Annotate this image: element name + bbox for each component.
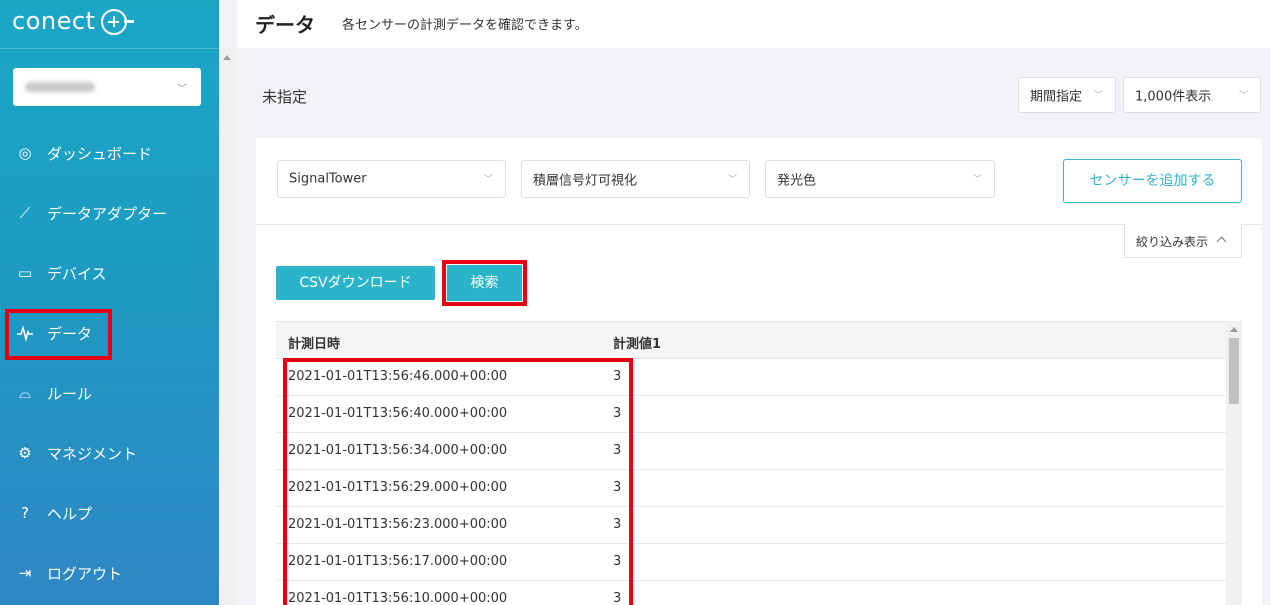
sidebar-item-label: ヘルプ [47, 505, 93, 523]
sidebar-scrollbar[interactable] [219, 48, 237, 605]
chevron-down-icon: ﹀ [1238, 90, 1248, 101]
chevron-down-icon: ﹀ [483, 174, 493, 185]
sidebar-item-label: データアダプター [47, 205, 168, 223]
gear-icon: ⚙ [18, 444, 32, 462]
cell-value1: 3 [613, 591, 622, 605]
rule-icon: ⌓ [19, 384, 31, 402]
count-select[interactable]: 1,000件表示 ﹀ [1123, 77, 1261, 113]
sidebar-item-label: ルール [47, 385, 93, 403]
sidebar-item-data-adapter[interactable]: ⟋ データアダプター [0, 193, 219, 233]
period-select-value: 期間指定 [1030, 89, 1083, 105]
adapter-icon: ⟋ [19, 204, 31, 222]
table-row[interactable]: 2021-01-01T13:56:29.000+00:00 3 [276, 470, 1226, 507]
scrollbar-thumb[interactable] [1229, 338, 1239, 404]
page-title: データ [255, 13, 315, 37]
device-icon: ▭ [17, 264, 33, 282]
cell-value1: 3 [613, 406, 622, 421]
sidebar-item-data[interactable]: データ [0, 313, 219, 353]
organization-select[interactable]: ﹀ [13, 68, 201, 106]
cell-datetime: 2021-01-01T13:56:40.000+00:00 [288, 406, 508, 421]
dashboard-icon: ◎ [18, 144, 32, 162]
chevron-down-icon: ﹀ [1093, 90, 1103, 101]
cell-datetime: 2021-01-01T13:56:29.000+00:00 [288, 480, 508, 495]
table-scrollbar[interactable] [1226, 321, 1242, 605]
page-header: データ 各センサーの計測データを確認できます。 [237, 0, 1271, 48]
sidebar-item-label: デバイス [47, 265, 107, 283]
period-select[interactable]: 期間指定 ﹀ [1018, 77, 1116, 113]
sidebar-item-rule[interactable]: ⌓ ルール [0, 373, 219, 413]
table-row[interactable]: 2021-01-01T13:56:40.000+00:00 3 [276, 396, 1226, 433]
cell-datetime: 2021-01-01T13:56:34.000+00:00 [288, 443, 508, 458]
table-row[interactable]: 2021-01-01T13:56:17.000+00:00 3 [276, 544, 1226, 581]
chevron-down-icon: ﹀ [972, 174, 982, 185]
sidebar-item-label: ログアウト [47, 565, 123, 583]
search-button[interactable]: 検索 [447, 265, 522, 301]
csv-download-button[interactable]: CSVダウンロード [276, 266, 435, 300]
device-select-value: SignalTower [289, 171, 367, 187]
cell-value1: 3 [613, 369, 622, 384]
cell-datetime: 2021-01-01T13:56:17.000+00:00 [288, 554, 508, 569]
cell-datetime: 2021-01-01T13:56:10.000+00:00 [288, 591, 508, 605]
help-icon: ? [21, 504, 29, 522]
cell-value1: 3 [613, 480, 622, 495]
table-row[interactable]: 2021-01-01T13:56:23.000+00:00 3 [276, 507, 1226, 544]
sidebar-item-management[interactable]: ⚙ マネジメント [0, 433, 219, 473]
cell-value1: 3 [613, 554, 622, 569]
divider [256, 224, 1262, 225]
sidebar-item-label: マネジメント [47, 445, 138, 463]
add-sensor-button[interactable]: センサーを追加する [1063, 159, 1242, 203]
sidebar-item-help[interactable]: ? ヘルプ [0, 493, 219, 533]
logo-tail-decoration [124, 20, 134, 23]
logout-icon: ⇥ [18, 564, 32, 582]
scroll-up-icon [1230, 327, 1238, 332]
table-row[interactable]: 2021-01-01T13:56:34.000+00:00 3 [276, 433, 1226, 470]
filter-toggle-button[interactable]: 絞り込み表示 [1124, 224, 1242, 258]
scroll-up-icon [223, 55, 231, 60]
sidebar-item-dashboard[interactable]: ◎ ダッシュボード [0, 133, 219, 173]
sensor-select[interactable]: 発光色 ﹀ [765, 160, 995, 198]
selection-status: 未指定 [262, 88, 308, 106]
table-row[interactable]: 2021-01-01T13:56:46.000+00:00 3 [276, 359, 1226, 396]
column-header-datetime: 計測日時 [288, 337, 341, 352]
column-header-value1: 計測値1 [613, 337, 662, 352]
logo-text: conect [12, 7, 96, 35]
adapter-select-value: 積層信号灯可視化 [533, 173, 638, 189]
logo[interactable]: conect [0, 0, 219, 49]
chevron-down-icon: ﹀ [727, 174, 737, 185]
table-row[interactable]: 2021-01-01T13:56:10.000+00:00 3 [276, 581, 1226, 605]
adapter-select[interactable]: 積層信号灯可視化 ﹀ [521, 160, 750, 198]
cell-datetime: 2021-01-01T13:56:23.000+00:00 [288, 517, 508, 532]
sidebar-item-logout[interactable]: ⇥ ログアウト [0, 553, 219, 593]
table-header: 計測日時 計測値1 [276, 321, 1226, 359]
count-select-value: 1,000件表示 [1135, 89, 1212, 105]
device-select[interactable]: SignalTower ﹀ [277, 160, 506, 198]
page-description: 各センサーの計測データを確認できます。 [342, 18, 588, 33]
chevron-down-icon: ﹀ [177, 84, 187, 95]
pulse-icon [16, 324, 34, 342]
cell-value1: 3 [613, 517, 622, 532]
organization-name-redacted [25, 82, 95, 92]
sensor-select-value: 発光色 [777, 173, 817, 189]
sidebar-item-device[interactable]: ▭ デバイス [0, 253, 219, 293]
sidebar-item-label: ダッシュボード [47, 145, 153, 163]
cell-datetime: 2021-01-01T13:56:46.000+00:00 [288, 369, 508, 384]
sidebar: conect ﹀ ◎ ダッシュボード ⟋ データアダプター ▭ デバイス データ… [0, 0, 219, 605]
cell-value1: 3 [613, 443, 622, 458]
chevron-up-icon [1216, 236, 1227, 247]
sidebar-item-label: データ [47, 325, 93, 343]
data-table: 計測日時 計測値1 2021-01-01T13:56:46.000+00:00 … [276, 321, 1242, 605]
filter-toggle-label: 絞り込み表示 [1136, 235, 1209, 249]
